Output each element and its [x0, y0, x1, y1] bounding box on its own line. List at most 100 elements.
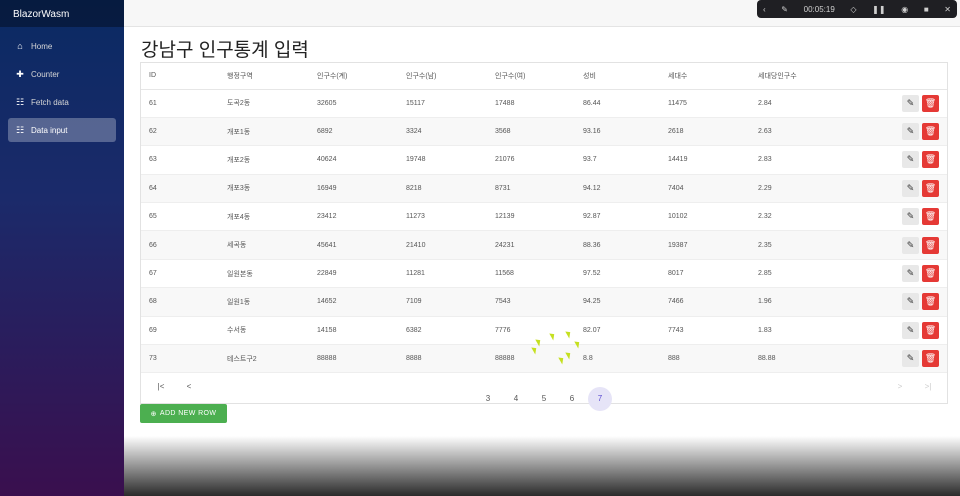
sidebar-item-home[interactable]: ⌂ Home	[8, 34, 116, 58]
table-cell: 12139	[487, 202, 575, 232]
brand[interactable]: BlazorWasm	[0, 0, 124, 27]
table-cell: 7404	[660, 174, 750, 204]
delete-button[interactable]: 🗑	[922, 265, 939, 283]
trash-icon: 🗑	[924, 296, 937, 307]
table-cell: 86.44	[575, 89, 660, 118]
column-header[interactable]: 인구수(남)	[398, 63, 487, 90]
column-header[interactable]: ID	[141, 63, 219, 90]
table-cell: 14158	[309, 316, 398, 346]
delete-button[interactable]: 🗑	[922, 123, 939, 141]
table-cell: 2.84	[750, 89, 860, 118]
edit-button[interactable]: ✎	[902, 94, 919, 112]
camera-icon[interactable]: ◉	[901, 5, 908, 14]
first-page-button[interactable]: |<	[149, 375, 173, 399]
table-cell: 94.25	[575, 287, 660, 317]
table-row: 67 일원본동 22849 11281 11568 97.52 8017 2.85 ✎ 🗑	[141, 259, 947, 289]
pencil-icon: ✎	[906, 324, 915, 335]
page-button-3[interactable]: 3	[476, 387, 500, 411]
recording-time: 00:05:19	[803, 4, 835, 14]
pencil-icon: ✎	[906, 353, 915, 364]
table-cell: 15117	[398, 89, 487, 118]
column-header[interactable]: 성비	[575, 63, 660, 90]
table-cell: 8017	[660, 259, 750, 289]
table-cell: 8888	[398, 344, 487, 374]
column-header[interactable]: 세대당인구수	[750, 63, 860, 90]
next-page-button[interactable]: >	[888, 375, 912, 399]
column-header[interactable]: 세대수	[660, 63, 750, 90]
collapse-icon[interactable]: ‹	[763, 5, 766, 14]
table-cell: 7743	[660, 316, 750, 346]
table-cell: 개포3동	[219, 174, 309, 204]
close-icon[interactable]: ✕	[944, 5, 951, 14]
column-header[interactable]: 행정구역	[219, 63, 309, 90]
page-button-4[interactable]: 4	[504, 387, 528, 411]
edit-button[interactable]: ✎	[902, 151, 919, 169]
delete-button[interactable]: 🗑	[922, 151, 939, 169]
edit-button[interactable]: ✎	[902, 179, 919, 197]
table-cell: 888	[660, 344, 750, 374]
delete-button[interactable]: 🗑	[922, 293, 939, 311]
table-cell: 11281	[398, 259, 487, 289]
table-cell: 2.83	[750, 145, 860, 175]
table-cell: 73	[141, 344, 219, 374]
nav-menu: ⌂ Home ✚ Counter ☷ Fetch data ☷ Data input	[0, 27, 124, 142]
page-title: 강남구 인구통계 입력	[141, 40, 309, 61]
table-cell: 21076	[487, 145, 575, 175]
page-button-5[interactable]: 5	[532, 387, 556, 411]
pause-icon[interactable]: ❚❚	[872, 5, 885, 14]
actions-header	[860, 63, 947, 90]
delete-button[interactable]: 🗑	[922, 321, 939, 339]
last-page-button[interactable]: >|	[916, 375, 940, 399]
prev-page-button[interactable]: <	[177, 375, 201, 399]
edit-button[interactable]: ✎	[902, 350, 919, 368]
table-cell: 16949	[309, 174, 398, 204]
table-cell: 수서동	[219, 316, 309, 346]
trash-icon: 🗑	[924, 97, 937, 108]
table-cell: 93.16	[575, 117, 660, 147]
sidebar: BlazorWasm ⌂ Home ✚ Counter ☷ Fetch data ☷ Data…	[0, 0, 124, 496]
add-new-row-button[interactable]: ⊕ ADD NEW ROW	[140, 404, 227, 423]
table-header: ID 행정구역 인구수(계) 인구수(남) 인구수(여) 성비 세대수 세대당인구수	[141, 63, 947, 90]
sidebar-item-fetch-data[interactable]: ☷ Fetch data	[8, 90, 116, 114]
page-button-6[interactable]: 6	[560, 387, 584, 411]
pen-icon[interactable]: ✎	[781, 5, 788, 14]
edit-button[interactable]: ✎	[902, 236, 919, 254]
edit-button[interactable]: ✎	[902, 208, 919, 226]
edit-button[interactable]: ✎	[902, 293, 919, 311]
table-cell: 개포2동	[219, 145, 309, 175]
stop-icon[interactable]: ■	[924, 5, 929, 14]
table-cell: 일원본동	[219, 259, 309, 289]
trash-icon: 🗑	[924, 211, 937, 222]
list-icon: ☷	[15, 96, 25, 107]
delete-button[interactable]: 🗑	[922, 350, 939, 368]
edit-button[interactable]: ✎	[902, 123, 919, 141]
table-cell: 일원1동	[219, 287, 309, 317]
sidebar-item-counter[interactable]: ✚ Counter	[8, 62, 116, 86]
column-header[interactable]: 인구수(여)	[487, 63, 575, 90]
delete-button[interactable]: 🗑	[922, 208, 939, 226]
table-cell: 개포1동	[219, 117, 309, 147]
table-cell: 3568	[487, 117, 575, 147]
table-cell: 32605	[309, 89, 398, 118]
table-cell: 88.88	[750, 344, 860, 374]
trash-icon: 🗑	[924, 154, 937, 165]
delete-button[interactable]: 🗑	[922, 236, 939, 254]
table-cell: 8218	[398, 174, 487, 204]
edit-button[interactable]: ✎	[902, 265, 919, 283]
table-cell: 2.35	[750, 230, 860, 260]
delete-button[interactable]: 🗑	[922, 94, 939, 112]
edit-button[interactable]: ✎	[902, 321, 919, 339]
table-cell: 8.8	[575, 344, 660, 374]
table-cell: 64	[141, 174, 219, 204]
page-button-7[interactable]: 7	[588, 387, 612, 411]
column-header[interactable]: 인구수(계)	[309, 63, 398, 90]
home-icon: ⌂	[17, 41, 23, 51]
table-cell: 테스트구2	[219, 344, 309, 374]
table-cell: 24231	[487, 230, 575, 260]
trash-icon: 🗑	[924, 182, 937, 193]
table-cell: 45641	[309, 230, 398, 260]
sidebar-item-data-input[interactable]: ☷ Data input	[8, 118, 116, 142]
pencil-icon: ✎	[906, 239, 915, 250]
shield-icon[interactable]: ◇	[850, 5, 856, 14]
delete-button[interactable]: 🗑	[922, 179, 939, 197]
